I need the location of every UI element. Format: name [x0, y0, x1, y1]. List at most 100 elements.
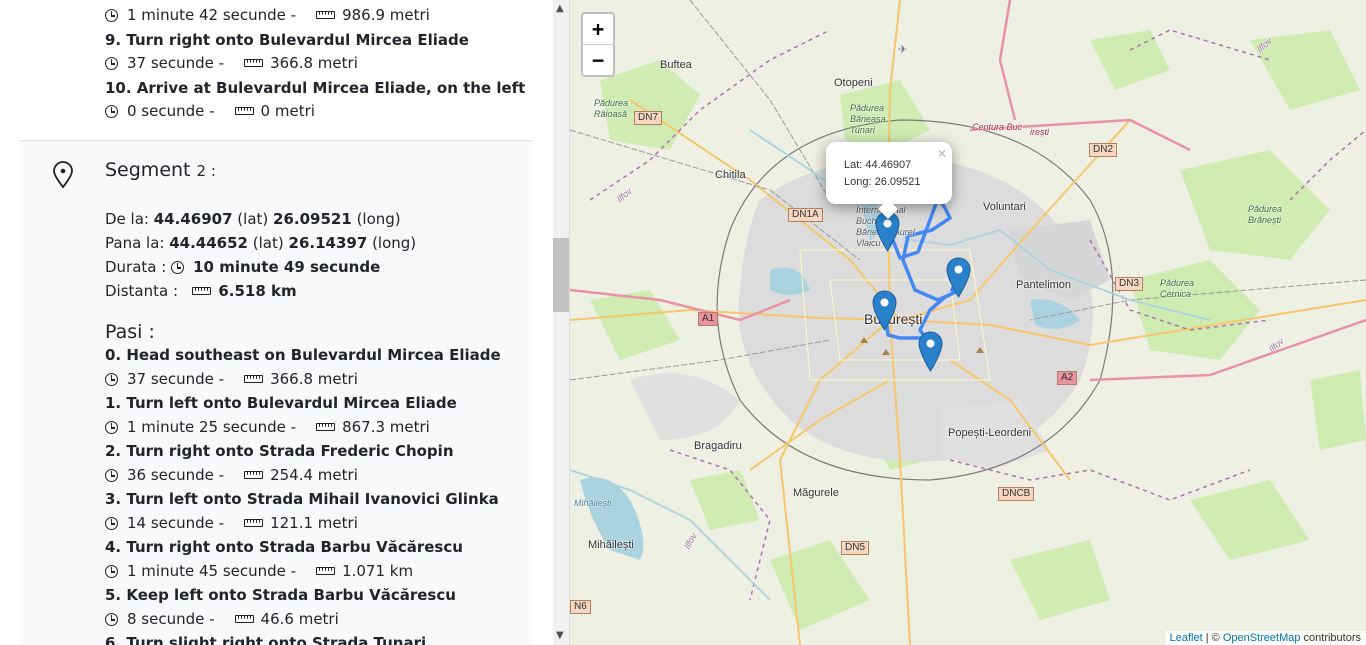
road-shield: A1 [698, 312, 719, 326]
road-shield: DN1A [788, 208, 823, 222]
long-unit: (long) [356, 210, 401, 228]
map-marker-icon[interactable] [872, 290, 897, 331]
step-time: 0 secunde - [127, 102, 215, 120]
scrollbar[interactable]: ▲ ▼ [553, 0, 570, 645]
distance-label: Distanta : [105, 282, 179, 300]
road-shield: N6 [570, 600, 591, 614]
ruler-icon [192, 287, 212, 295]
scroll-up-icon[interactable]: ▲ [556, 4, 564, 14]
segment-duration: Durata : 10 minute 49 secunde [105, 258, 380, 276]
map-label-buftea: Buftea [660, 59, 692, 71]
clock-icon [171, 260, 185, 274]
step-time: 1 minute 45 secunde - [127, 562, 297, 580]
step-meta: 36 secunde - 254.4 metri [105, 466, 358, 484]
step-time: 1 minute 42 secunde - [127, 6, 297, 24]
clock-icon [105, 372, 118, 386]
map-attribution: Leaflet | © OpenStreetMap contributors [1164, 631, 1366, 645]
step-distance: 366.8 metri [270, 370, 358, 388]
step-distance: 46.6 metri [260, 610, 339, 628]
long-unit: (long) [372, 234, 417, 252]
step-time: 14 secunde - [127, 514, 225, 532]
step-meta: 1 minute 45 secunde - 1.071 km [105, 562, 413, 580]
road-shield: A2 [1057, 371, 1078, 385]
zoom-control: + − [581, 12, 615, 77]
from-lat: 44.46907 [153, 210, 233, 228]
ruler-icon [316, 11, 336, 19]
to-label: Pana la: [105, 234, 165, 252]
lat-unit: (lat) [252, 234, 284, 252]
clock-icon [105, 8, 118, 22]
attribution-rest: contributors [1300, 632, 1361, 644]
zoom-in-button[interactable]: + [583, 14, 613, 45]
step-meta: 1 minute 42 secunde - 986.9 metri [105, 6, 430, 24]
step-title: 4. Turn right onto Strada Barbu Văcăresc… [105, 538, 463, 556]
map-label-iresti: irești [1030, 127, 1050, 137]
ruler-icon [244, 375, 264, 383]
step-meta: 0 secunde - 0 metri [105, 102, 315, 120]
map-marker-icon[interactable] [946, 257, 971, 298]
step-title: 10. Arrive at Bulevardul Mircea Eliade, … [105, 79, 526, 97]
distance-value: 6.518 km [218, 282, 297, 300]
road-shield: DN3 [1115, 277, 1144, 291]
segment-to: Pana la: 44.44652 (lat) 26.14397 (long) [105, 234, 416, 252]
step-distance: 0 metri [260, 102, 315, 120]
to-long: 26.14397 [288, 234, 368, 252]
map-label-popesti: Popești-Leordeni [948, 427, 1032, 439]
duration-label: Durata : [105, 258, 167, 276]
map-label-bragadiru: Bragadiru [694, 440, 742, 452]
segment-from: De la: 44.46907 (lat) 26.09521 (long) [105, 210, 401, 228]
lat-unit: (lat) [237, 210, 269, 228]
map-marker-icon[interactable] [918, 331, 943, 372]
step-time: 1 minute 25 secunde - [127, 418, 297, 436]
to-lat: 44.44652 [169, 234, 248, 252]
leaflet-link[interactable]: Leaflet [1170, 632, 1203, 644]
step-time: 37 secunde - [127, 370, 225, 388]
scrollbar-thumb[interactable] [553, 238, 569, 312]
segment-heading-text: Segment [105, 159, 191, 181]
step-distance: 366.8 metri [270, 54, 358, 72]
segment-number: 2 : [196, 162, 216, 180]
step-distance: 254.4 metri [270, 466, 358, 484]
step-meta: 14 secunde - 121.1 metri [105, 514, 358, 532]
step-distance: 867.3 metri [342, 418, 430, 436]
from-label: De la: [105, 210, 149, 228]
segment-heading: Segment 2 : [105, 159, 216, 181]
ruler-icon [244, 519, 264, 527]
from-long: 26.09521 [273, 210, 352, 228]
road-shield: DN5 [841, 541, 870, 555]
ruler-icon [244, 59, 264, 67]
map-label-mihailesti: Mihăilești [588, 539, 634, 551]
ruler-icon [234, 107, 254, 115]
step-meta: 1 minute 25 secunde - 867.3 metri [105, 418, 430, 436]
close-icon[interactable]: × [938, 145, 946, 161]
ruler-icon [234, 615, 254, 623]
scroll-down-icon[interactable]: ▼ [556, 631, 564, 641]
clock-icon [105, 516, 118, 530]
step-title: 2. Turn right onto Strada Frederic Chopi… [105, 442, 454, 460]
map-label-padurea-baneasa: Pădurea Băneasa Tunari [850, 103, 886, 135]
osm-link[interactable]: OpenStreetMap [1223, 632, 1301, 644]
step-distance: 121.1 metri [270, 514, 358, 532]
step-time: 37 secunde - [127, 54, 225, 72]
clock-icon [105, 468, 118, 482]
svg-text:✈: ✈ [898, 43, 907, 56]
map-container[interactable]: ✈ Buftea Otopeni Chitila Voluntari Pante… [570, 0, 1366, 645]
map-label-padurea-raioasa: Pădurea Râioasă [594, 98, 629, 119]
step-title: 6. Turn slight right onto Strada Tunari [105, 634, 427, 645]
map-label-chitila: Chitila [715, 169, 746, 181]
clock-icon [105, 56, 118, 70]
step-title: 5. Keep left onto Strada Barbu Văcărescu [105, 586, 456, 604]
step-meta: 37 secunde - 366.8 metri [105, 54, 358, 72]
step-distance: 986.9 metri [342, 6, 430, 24]
zoom-out-button[interactable]: − [583, 45, 613, 75]
popup-long: Long: 26.09521 [844, 176, 921, 188]
attribution-sep: | © [1202, 632, 1223, 644]
map-pin-icon [53, 161, 73, 189]
step-time: 8 secunde - [127, 610, 215, 628]
map-label-padurea-branesti: Pădurea Brănești [1248, 204, 1283, 225]
ruler-icon [316, 567, 336, 575]
step-meta: 8 secunde - 46.6 metri [105, 610, 339, 628]
ruler-icon [244, 471, 264, 479]
steps-heading: Pasi : [105, 321, 155, 343]
step-title: 9. Turn right onto Bulevardul Mircea Eli… [105, 31, 469, 49]
